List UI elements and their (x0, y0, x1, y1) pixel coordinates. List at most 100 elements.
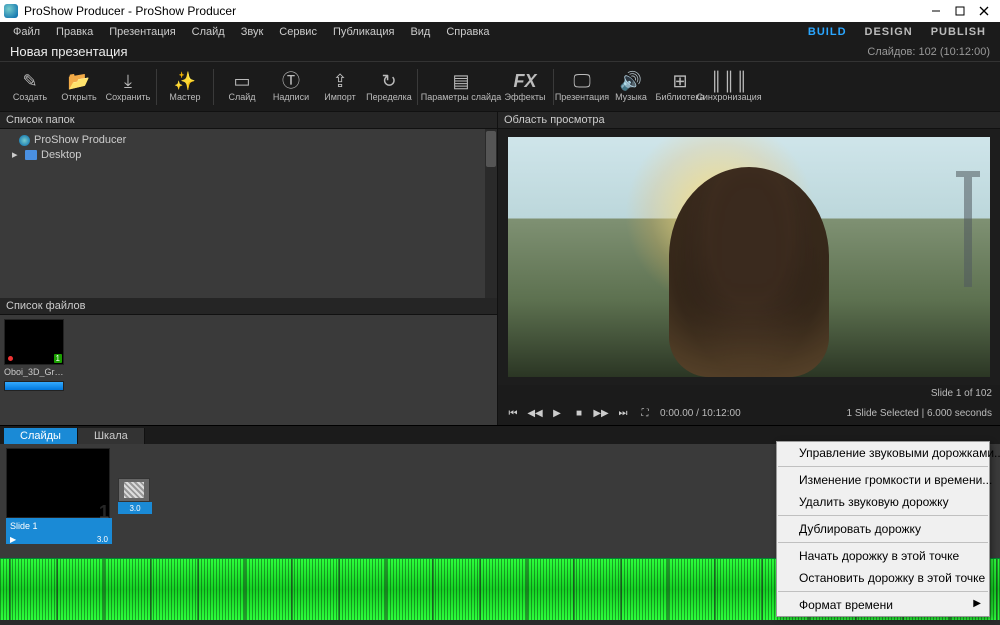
slide-thumbnail[interactable] (6, 448, 110, 518)
preview-panel: Область просмотра Slide 1 of 102 ⏮ ◀◀ ▶ … (498, 112, 1000, 425)
menu-view[interactable]: Вид (403, 24, 437, 40)
tool-presentation[interactable]: 🖵Презентация (558, 64, 606, 110)
fx-icon: FX (513, 72, 536, 90)
mode-design[interactable]: DESIGN (857, 24, 921, 40)
ctx-start-here[interactable]: Начать дорожку в этой точке (777, 545, 989, 567)
slide-name: Slide 1 (10, 521, 38, 531)
left-panel: Список папок ProShow Producer ▸ Desktop … (0, 112, 498, 425)
fullscreen-button[interactable]: ⛶ (638, 406, 652, 420)
transition-thumbnail[interactable] (118, 478, 150, 502)
ctx-duplicate-track[interactable]: Дублировать дорожку (777, 518, 989, 540)
folder-row-desktop[interactable]: ▸ Desktop (6, 147, 491, 162)
caret-icon[interactable]: ▸ (12, 148, 21, 161)
tool-caption[interactable]: ⓉНадписи (267, 64, 315, 110)
tool-sync[interactable]: ║║║Синхронизация (705, 64, 753, 110)
tool-slide-options[interactable]: ▤Параметры слайда (422, 64, 500, 110)
slide-duration: 3.0 (97, 535, 108, 544)
menu-service[interactable]: Сервис (272, 24, 324, 40)
ctx-volume-timing[interactable]: Изменение громкости и времени... (777, 469, 989, 491)
files-header: Список файлов (0, 298, 497, 315)
play-first-button[interactable]: ⏮ (506, 406, 520, 420)
transition-duration[interactable]: 3.0 (118, 502, 152, 514)
play-next-button[interactable]: ▶▶ (594, 406, 608, 420)
presentation-icon: 🖵 (573, 72, 590, 90)
folder-label: ProShow Producer (34, 134, 126, 146)
tool-wizard[interactable]: ✨Мастер (161, 64, 209, 110)
playback-bar: ⏮ ◀◀ ▶ ■ ▶▶ ⏭ ⛶ 0:00.00 / 10:12:00 1 Sli… (498, 401, 1000, 425)
window-title: ProShow Producer - ProShow Producer (24, 4, 924, 18)
folder-row-root[interactable]: ProShow Producer (6, 133, 491, 147)
menu-presentation[interactable]: Презентация (102, 24, 182, 40)
menu-help[interactable]: Справка (439, 24, 496, 40)
menu-sound[interactable]: Звук (234, 24, 271, 40)
library-icon: ⊞ (672, 72, 687, 90)
ctx-time-format[interactable]: Формат времени ▶ (777, 594, 989, 616)
tool-import[interactable]: ⇪Импорт (316, 64, 364, 110)
context-separator (778, 466, 988, 467)
tool-open[interactable]: 📂Открыть (55, 64, 103, 110)
preview-image[interactable] (508, 137, 990, 377)
ctx-stop-here[interactable]: Остановить дорожку в этой точке (777, 567, 989, 589)
slide-caption[interactable]: Slide 1 1 (6, 518, 112, 534)
mode-build[interactable]: BUILD (800, 24, 855, 40)
toolbar-divider (417, 69, 418, 105)
app-icon (4, 4, 18, 18)
caption-icon: Ⓣ (282, 72, 300, 90)
slide-icon: ▭ (233, 72, 250, 90)
tool-slide[interactable]: ▭Слайд (218, 64, 266, 110)
file-thumbnail[interactable] (4, 381, 64, 391)
play-last-button[interactable]: ⏭ (616, 406, 630, 420)
context-separator (778, 515, 988, 516)
file-thumbnail[interactable]: 1 (4, 319, 64, 365)
selection-info: 1 Slide Selected | 6.000 seconds (847, 408, 992, 419)
transition-icon (124, 482, 144, 498)
tool-music[interactable]: 🔊Музыка (607, 64, 655, 110)
sync-icon: ║║║ (710, 72, 748, 90)
scrollbar-thumb[interactable] (486, 131, 496, 167)
tab-scale[interactable]: Шкала (78, 428, 145, 444)
timeline-slide[interactable]: Slide 1 1 ▶ 3.0 (6, 448, 112, 544)
slide-position: Slide 1 of 102 (931, 388, 992, 399)
menu-edit[interactable]: Правка (49, 24, 100, 40)
remix-icon: ↻ (381, 72, 396, 90)
tool-library[interactable]: ⊞Библиотека (656, 64, 704, 110)
mode-publish[interactable]: PUBLISH (923, 24, 994, 40)
window-maximize-button[interactable] (948, 0, 972, 22)
ctx-manage-tracks[interactable]: Управление звуковыми дорожками... (777, 442, 989, 464)
slide-number: 1 (99, 502, 109, 523)
toolbar: ✎Создать 📂Открыть ⤓Сохранить ✨Мастер ▭Сл… (0, 62, 1000, 112)
timeline-transition[interactable]: 3.0 (118, 448, 152, 514)
import-icon: ⇪ (332, 72, 347, 90)
folders-scrollbar[interactable] (485, 129, 497, 298)
slide-options-icon: ▤ (452, 72, 469, 90)
menu-slide[interactable]: Слайд (185, 24, 232, 40)
file-list[interactable]: 1 Oboi_3D_Grafi... (0, 315, 497, 425)
toolbar-divider (213, 69, 214, 105)
tool-create[interactable]: ✎Создать (6, 64, 54, 110)
menu-file[interactable]: Файл (6, 24, 47, 40)
folder-label: Desktop (41, 149, 81, 161)
info-row: Новая презентация Слайдов: 102 (10:12:00… (0, 42, 1000, 62)
play-stop-button[interactable]: ■ (572, 406, 586, 420)
project-name: Новая презентация (10, 44, 127, 59)
window-minimize-button[interactable] (924, 0, 948, 22)
play-prev-button[interactable]: ◀◀ (528, 406, 542, 420)
window-close-button[interactable] (972, 0, 996, 22)
tool-effects[interactable]: FXЭффекты (501, 64, 549, 110)
save-icon: ⤓ (124, 72, 132, 90)
context-separator (778, 591, 988, 592)
tab-slides[interactable]: Слайды (4, 428, 78, 444)
tool-save[interactable]: ⤓Сохранить (104, 64, 152, 110)
desktop-icon (25, 150, 37, 160)
tool-remix[interactable]: ↻Переделка (365, 64, 413, 110)
ctx-delete-track[interactable]: Удалить звуковую дорожку (777, 491, 989, 513)
preview-wrap (498, 129, 1000, 385)
slide-play-row[interactable]: ▶ 3.0 (6, 534, 112, 544)
folder-tree[interactable]: ProShow Producer ▸ Desktop (0, 129, 497, 298)
play-info-row: Slide 1 of 102 (498, 385, 1000, 401)
submenu-arrow-icon: ▶ (973, 598, 981, 609)
menu-publish[interactable]: Публикация (326, 24, 401, 40)
status-dot-icon (8, 356, 13, 361)
title-bar: ProShow Producer - ProShow Producer (0, 0, 1000, 22)
play-button[interactable]: ▶ (550, 406, 564, 420)
